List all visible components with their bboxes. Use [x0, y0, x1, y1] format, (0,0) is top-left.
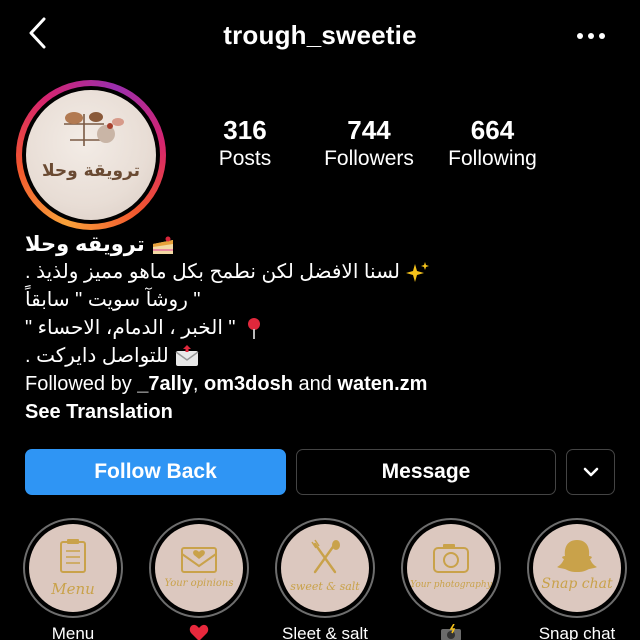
more-options-button[interactable] — [576, 26, 606, 46]
profile-actions: Follow Back Message — [25, 449, 615, 495]
story-highlights: Menu Menu Your opinions sweet & salt Sle… — [23, 518, 640, 640]
highlight-cover: Your opinions — [155, 524, 243, 612]
avatar: ترويقة وحلا — [26, 90, 156, 220]
bio-line-3: " الخبر ، الدمام، الاحساء " — [25, 317, 236, 339]
avatar-text: ترويقة وحلا — [42, 161, 140, 181]
chevron-down-icon — [583, 467, 598, 477]
highlight-cover-text: Snap chat — [541, 576, 613, 592]
highlight-cover: Menu — [29, 524, 117, 612]
bio-line-4: للتواصل دايركت . — [25, 345, 169, 367]
more-horizontal-icon — [577, 33, 605, 39]
cake-icon — [151, 234, 175, 256]
highlight-cover: Snap chat — [533, 524, 621, 612]
highlight-cover: sweet & salt — [281, 524, 369, 612]
highlight-photography[interactable]: Your photography — [401, 518, 501, 640]
camera-flash-icon — [441, 623, 461, 640]
highlight-label: Menu — [51, 624, 95, 640]
highlight-label — [401, 623, 501, 640]
followers-label: Followers — [324, 147, 414, 170]
highlight-cover: Your photography — [407, 524, 495, 612]
bio-line-2: " روشآ سويت " سابقاً — [25, 289, 201, 311]
posts-count: 316 — [223, 115, 267, 145]
red-heart-icon — [189, 624, 209, 640]
follow-back-button[interactable]: Follow Back — [25, 449, 286, 495]
highlight-label: Snap chat — [538, 624, 616, 640]
highlight-opinions[interactable]: Your opinions — [149, 518, 249, 640]
location-pin-icon — [242, 317, 266, 339]
bio-line-1: لسنا الافضل لكن نطمح بكل ماهو مميز ولذيذ… — [25, 261, 400, 283]
posts-label: Posts — [218, 147, 272, 170]
profile-display-name: ترويقه وحلا — [25, 233, 145, 256]
highlight-cover-text: Your photography — [410, 580, 492, 590]
following-label: Following — [448, 147, 537, 170]
highlight-cover-text: Menu — [51, 580, 95, 598]
followed-by-user[interactable]: om3dosh — [204, 373, 293, 395]
highlight-snapchat[interactable]: Snap chat Snap chat — [527, 518, 627, 640]
followed-by[interactable]: Followed by _7ally, om3dosh and waten.zm — [25, 370, 625, 398]
see-translation-link[interactable]: See Translation — [25, 398, 625, 426]
highlight-menu[interactable]: Menu Menu — [23, 518, 123, 640]
following-count: 664 — [470, 115, 515, 145]
highlight-label — [149, 624, 249, 640]
followers-count: 744 — [347, 115, 391, 145]
fork-spoon-icon — [311, 539, 340, 574]
envelope-heart-icon — [181, 547, 217, 573]
mail-inbox-icon — [175, 345, 199, 367]
top-bar: trough_sweetie — [0, 0, 640, 70]
followed-by-and: and — [292, 373, 338, 395]
sparkles-icon — [406, 261, 430, 283]
followed-by-user[interactable]: _7ally — [137, 373, 193, 395]
suggested-accounts-button[interactable] — [566, 449, 615, 495]
followed-by-user[interactable]: waten.zm — [337, 373, 427, 395]
highlight-cover-text: Your opinions — [164, 578, 234, 589]
highlight-label: Sleet & salt — [282, 624, 368, 640]
stat-followers[interactable]: 744 Followers — [308, 114, 430, 172]
followed-by-prefix: Followed by — [25, 373, 138, 395]
story-ring[interactable]: ترويقة وحلا — [16, 80, 166, 230]
snapchat-ghost-icon — [557, 540, 597, 572]
followed-by-separator: , — [192, 373, 205, 395]
highlight-cover-text: sweet & salt — [290, 580, 360, 593]
avatar-logo: ترويقة وحلا — [42, 112, 140, 181]
profile-bio: ترويقه وحلا لسنا الافضل لكن نطمح بكل ماه… — [25, 232, 625, 426]
highlight-sweet-salt[interactable]: sweet & salt Sleet & salt — [275, 518, 375, 640]
menu-clipboard-icon — [60, 539, 86, 573]
stat-posts[interactable]: 316 Posts — [190, 114, 300, 172]
camera-icon — [433, 544, 469, 573]
profile-username: trough_sweetie — [223, 20, 417, 50]
stat-following[interactable]: 664 Following — [435, 114, 550, 172]
message-button[interactable]: Message — [296, 449, 556, 495]
